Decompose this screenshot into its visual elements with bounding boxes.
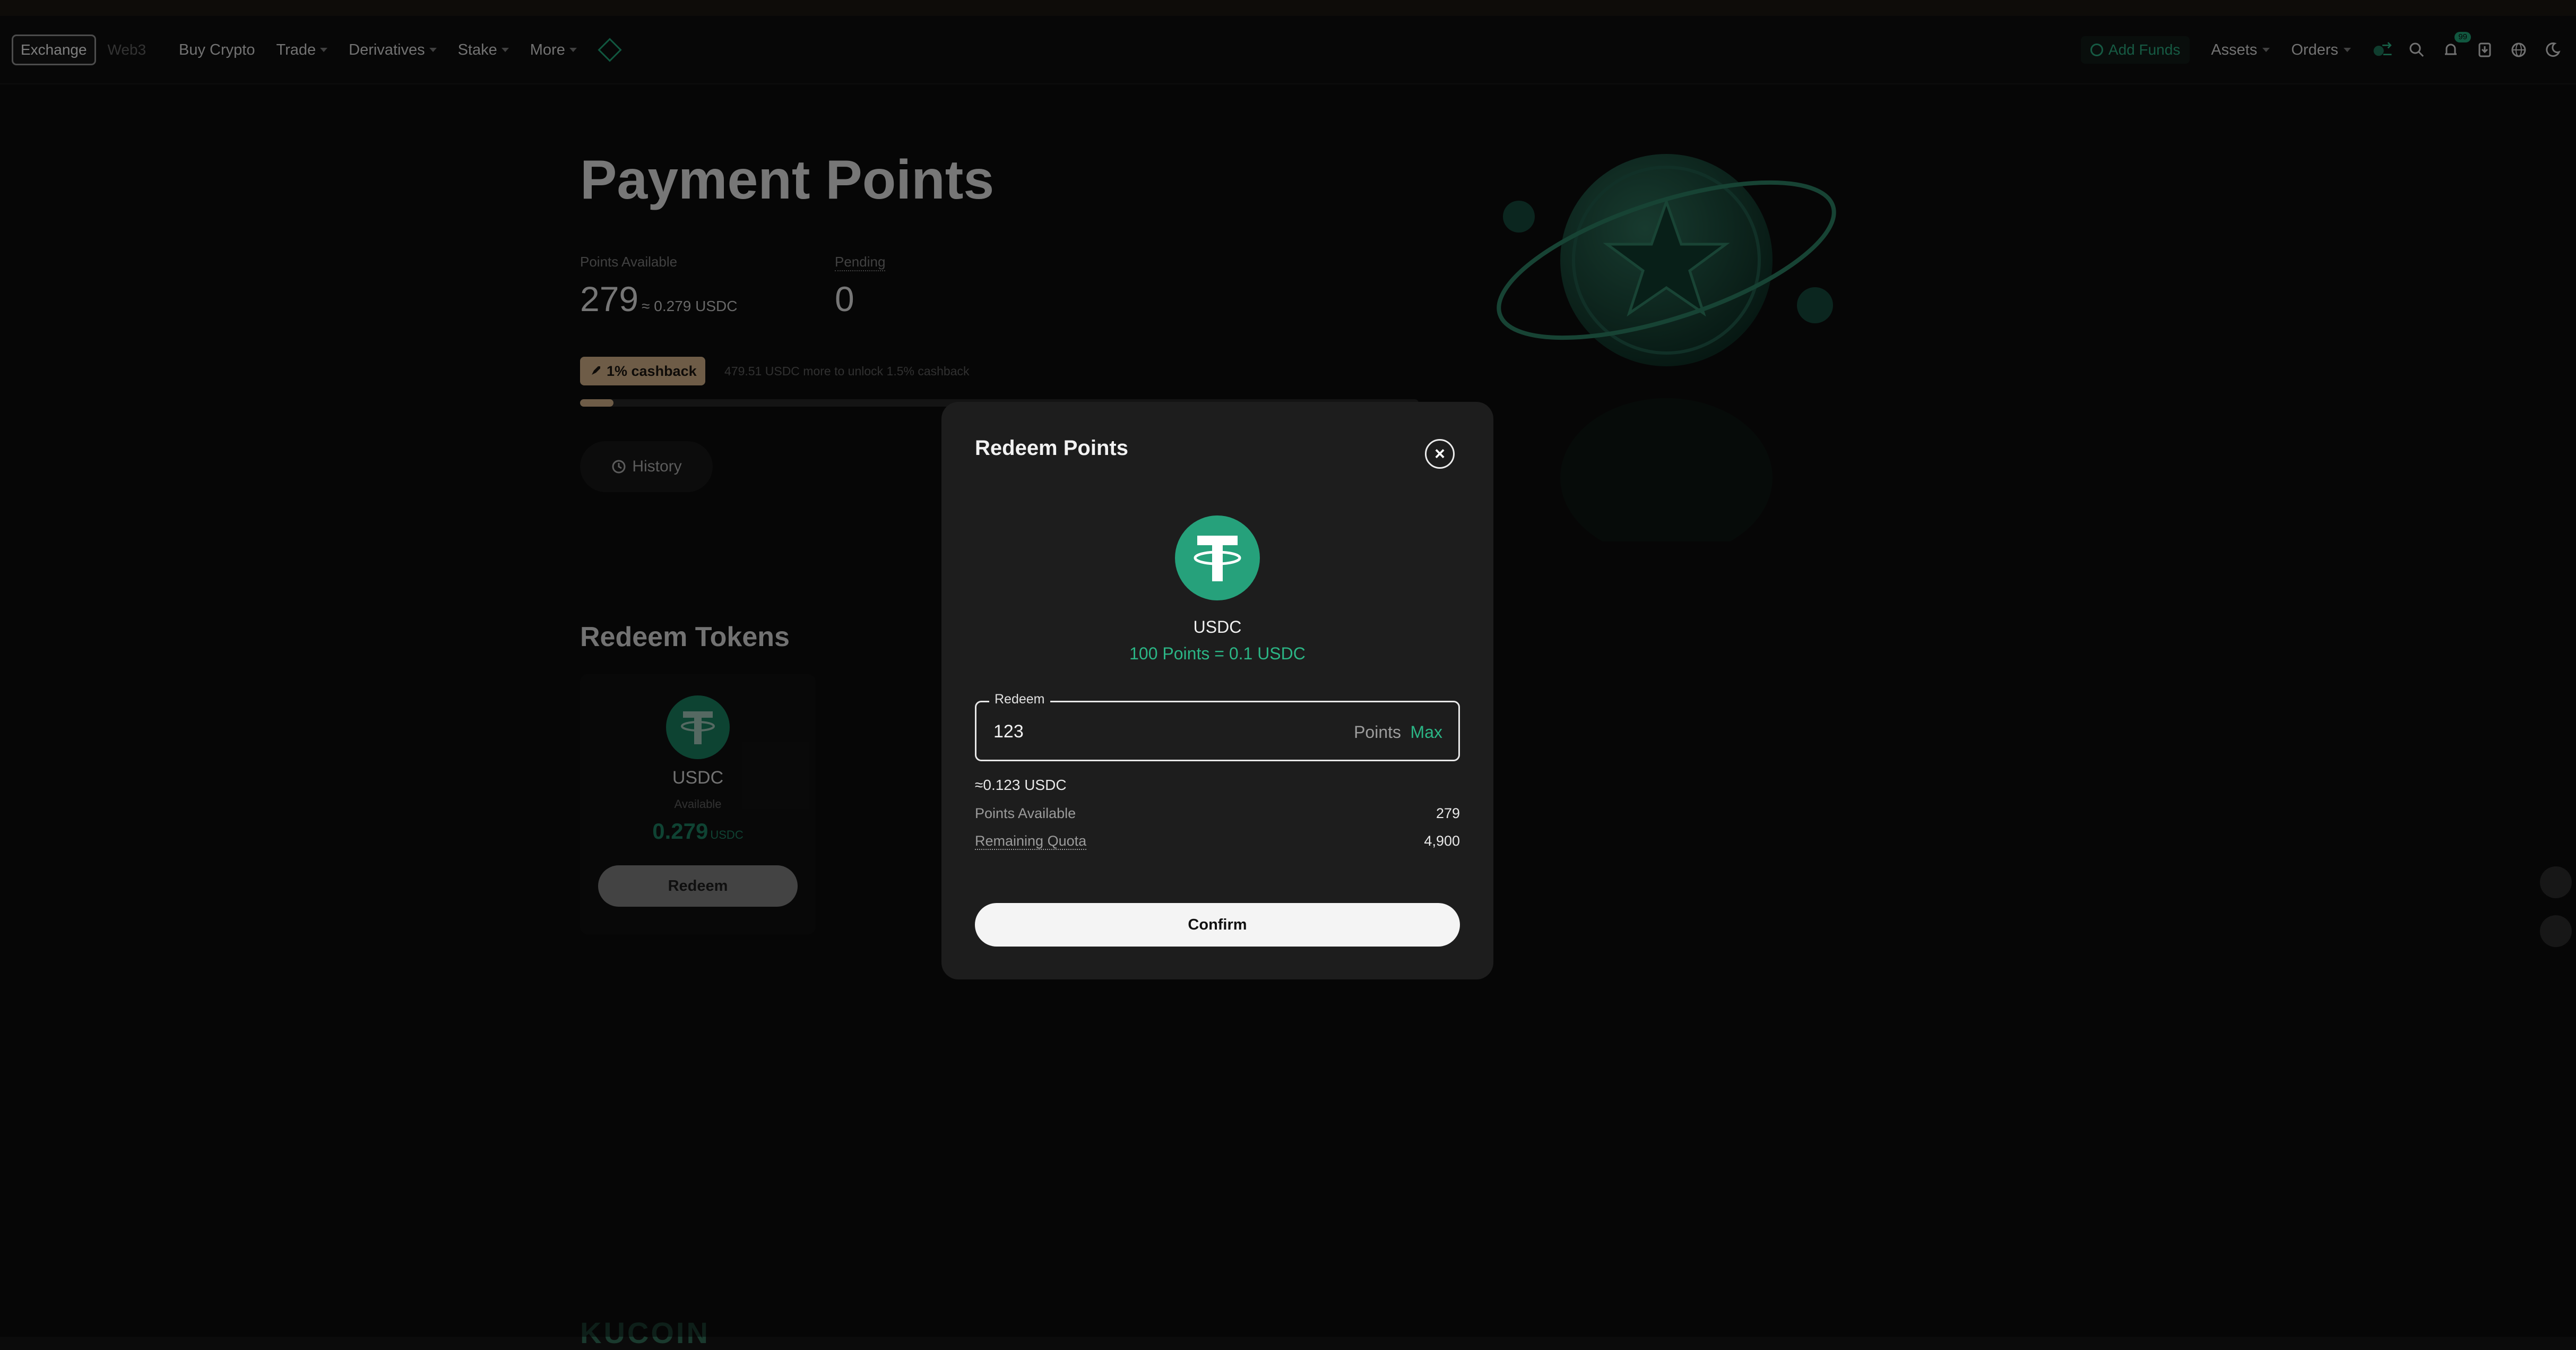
- redeem-points-modal: Redeem Points × USDC 100 Points = 0.1 US…: [941, 402, 1493, 979]
- modal-token-name: USDC: [1193, 617, 1242, 637]
- redeem-amount-field: Redeem Points Max: [975, 692, 1460, 761]
- redeem-amount-input[interactable]: [992, 716, 1313, 747]
- row-value: 279: [1436, 805, 1460, 821]
- close-icon[interactable]: ×: [1425, 439, 1455, 469]
- row-value: 4,900: [1424, 833, 1460, 849]
- exchange-rate: 100 Points = 0.1 USDC: [1129, 644, 1306, 663]
- tether-icon: [1175, 515, 1260, 600]
- max-button[interactable]: Max: [1411, 723, 1442, 742]
- field-legend: Redeem: [989, 692, 1050, 707]
- equivalent-value: ≈0.123 USDC: [975, 777, 1067, 793]
- row-label[interactable]: Remaining Quota: [975, 833, 1087, 850]
- modal-title: Redeem Points: [975, 436, 1128, 460]
- remaining-quota-row: Remaining Quota 4,900: [975, 833, 1460, 850]
- confirm-button[interactable]: Confirm: [975, 903, 1460, 947]
- points-available-row: Points Available 279: [975, 805, 1460, 822]
- input-unit: Points: [1354, 723, 1401, 742]
- row-label: Points Available: [975, 805, 1076, 821]
